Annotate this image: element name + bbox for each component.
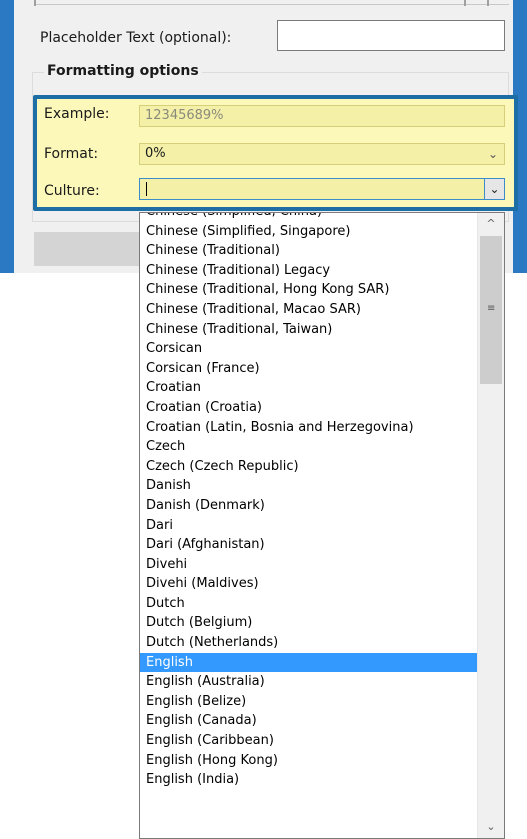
bottom-gray-area <box>34 232 140 266</box>
divider-tick <box>464 0 466 6</box>
dropdown-item[interactable]: Danish (Denmark) <box>140 496 478 516</box>
placeholder-text-label: Placeholder Text (optional): <box>40 30 232 46</box>
scrollbar-thumb[interactable]: ≡ <box>480 236 502 384</box>
dropdown-item[interactable]: English (Hong Kong) <box>140 751 478 771</box>
dropdown-item[interactable]: Croatian (Latin, Bosnia and Herzegovina) <box>140 418 478 438</box>
dropdown-item[interactable]: Chinese (Simplified, Singapore) <box>140 222 478 242</box>
dropdown-item[interactable]: English (India) <box>140 770 478 790</box>
dropdown-item[interactable]: Croatian <box>140 378 478 398</box>
dropdown-item[interactable]: Croatian (Croatia) <box>140 398 478 418</box>
dropdown-item[interactable]: Chinese (Traditional, Macao SAR) <box>140 300 478 320</box>
dropdown-item[interactable]: Divehi (Maldives) <box>140 574 478 594</box>
dropdown-item[interactable]: Dari (Afghanistan) <box>140 535 478 555</box>
format-label: Format: <box>44 146 99 162</box>
dropdown-item[interactable]: Corsican (France) <box>140 359 478 379</box>
dropdown-item[interactable]: Dutch (Belgium) <box>140 613 478 633</box>
dropdown-item[interactable]: Danish <box>140 476 478 496</box>
example-field: 12345689% <box>139 105 505 127</box>
dropdown-item[interactable]: English (Caribbean) <box>140 731 478 751</box>
placeholder-text-input[interactable] <box>277 20 505 51</box>
divider-tick <box>34 0 36 6</box>
dropdown-item[interactable]: English (Canada) <box>140 711 478 731</box>
dropdown-scrollbar[interactable]: ^ ≡ ⌄ <box>477 213 504 838</box>
dropdown-item[interactable]: Dari <box>140 516 478 536</box>
scroll-up-arrow-icon[interactable]: ^ <box>478 215 504 233</box>
culture-label: Culture: <box>44 183 100 199</box>
text-caret <box>146 182 147 196</box>
example-value: 12345689% <box>145 108 224 123</box>
format-value: 0% <box>145 146 166 161</box>
formatting-options-title: Formatting options <box>44 63 202 79</box>
culture-combobox[interactable]: ⌄ <box>139 178 505 200</box>
scrollbar-grip-icon: ≡ <box>487 303 496 314</box>
top-divider <box>34 0 509 5</box>
dropdown-item[interactable]: Chinese (Traditional, Taiwan) <box>140 320 478 340</box>
dropdown-item[interactable]: English <box>140 652 478 673</box>
dropdown-item[interactable]: English (Belize) <box>140 692 478 712</box>
scroll-down-arrow-icon[interactable]: ⌄ <box>478 818 504 836</box>
dropdown-item[interactable]: Chinese (Simplified, China) <box>140 213 478 222</box>
dropdown-item[interactable]: Chinese (Traditional) Legacy <box>140 261 478 281</box>
dropdown-item[interactable]: Divehi <box>140 555 478 575</box>
dropdown-item[interactable]: Chinese (Traditional, Hong Kong SAR) <box>140 280 478 300</box>
dropdown-item[interactable]: Czech <box>140 437 478 457</box>
chevron-down-icon[interactable]: ⌄ <box>484 179 504 199</box>
format-combobox[interactable]: 0% ⌄ <box>139 143 505 165</box>
dropdown-item[interactable]: Dutch <box>140 594 478 614</box>
dropdown-item[interactable]: Dutch (Netherlands) <box>140 633 478 653</box>
culture-dropdown-list[interactable]: Chinese (Simplified, China)Chinese (Simp… <box>139 212 505 839</box>
dropdown-item[interactable]: Czech (Czech Republic) <box>140 457 478 477</box>
dropdown-item[interactable]: Chinese (Traditional) <box>140 241 478 261</box>
chevron-down-icon[interactable]: ⌄ <box>488 144 498 164</box>
divider-tick <box>487 0 489 6</box>
example-label: Example: <box>44 106 110 122</box>
dropdown-items: Chinese (Simplified, China)Chinese (Simp… <box>140 213 478 790</box>
dropdown-item[interactable]: Corsican <box>140 339 478 359</box>
dialog-root: Placeholder Text (optional): Formatting … <box>0 0 527 839</box>
dropdown-item[interactable]: English (Australia) <box>140 672 478 692</box>
